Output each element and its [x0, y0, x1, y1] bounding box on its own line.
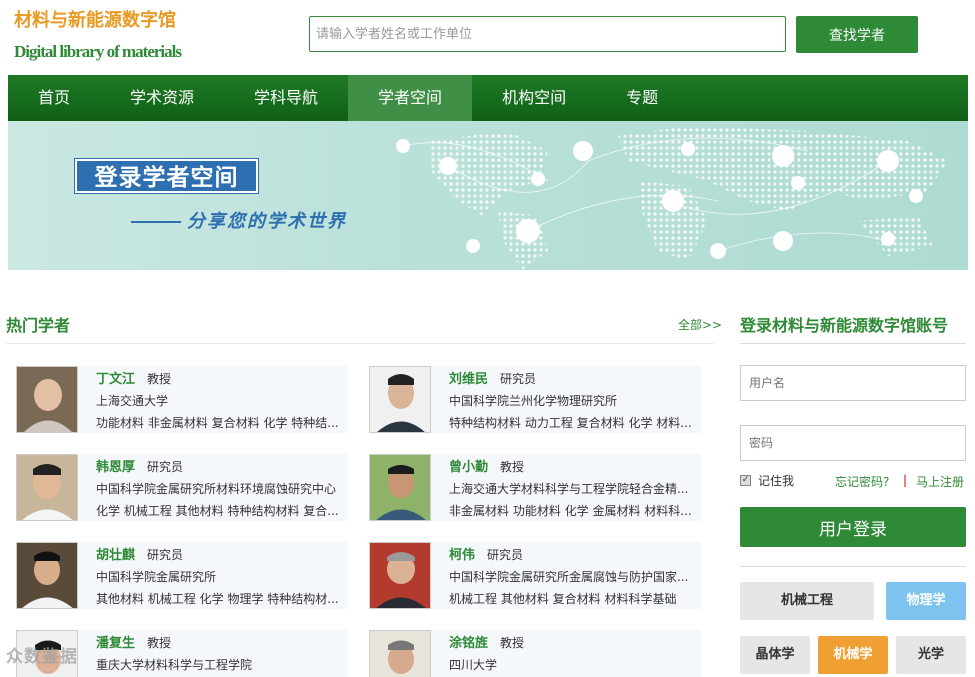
banner-subtitle-text: 分享您的学术世界 [187, 211, 347, 232]
scholar-title: 教授 [500, 460, 525, 474]
portrait-image [370, 543, 430, 608]
scholar-fields: 非金属材料 功能材料 化学 金属材料 材料科... [449, 504, 692, 518]
logo-english: Digital library of materials [14, 42, 182, 61]
tags-divider [740, 566, 966, 567]
banner-dash [131, 221, 181, 223]
scholar-name[interactable]: 胡壮麒 [96, 548, 135, 563]
link-separator: | [903, 473, 908, 487]
nav-item-institution-space[interactable]: 机构空间 [472, 75, 596, 121]
page: 材料与新能源数字馆 Digital library of materials 查… [0, 0, 975, 677]
scholar-card[interactable]: 涂铭旌 教授 四川大学 [369, 630, 701, 677]
nav-item-disciplines[interactable]: 学科导航 [224, 75, 348, 121]
scholar-fields: 其他材料 机械工程 化学 物理学 特种结构材... [96, 592, 339, 606]
nav-item-home[interactable]: 首页 [8, 75, 100, 121]
site-logo[interactable]: 材料与新能源数字馆 Digital library of materials [14, 6, 182, 62]
scholar-title: 研究员 [147, 548, 184, 562]
username-field[interactable] [740, 365, 966, 401]
banner[interactable]: 登录学者空间 分享您的学术世界 [8, 121, 968, 270]
search-scholar-button[interactable]: 查找学者 [796, 16, 918, 53]
remember-me-checkbox[interactable]: ✓ [740, 475, 751, 486]
banner-subtitle: 分享您的学术世界 [131, 207, 347, 233]
scholar-org: 中国科学院金属研究所 [96, 570, 217, 584]
scholar-title: 研究员 [147, 460, 184, 474]
scholar-card[interactable]: 柯伟 研究员 中国科学院金属研究所金属腐蚀与防护国家... 机械工程 其他材料 复… [369, 542, 701, 609]
scholar-title: 研究员 [500, 372, 537, 386]
scholar-card[interactable]: 韩恩厚 研究员 中国科学院金属研究所材料环境腐蚀研究中心 化学 机械工程 其他材料… [16, 454, 348, 521]
scholar-title: 教授 [500, 636, 525, 650]
scholar-avatar[interactable] [369, 630, 431, 677]
scholar-name[interactable]: 刘维民 [449, 372, 488, 387]
portrait-image [17, 543, 77, 608]
nav-item-resources[interactable]: 学术资源 [100, 75, 224, 121]
tag-mechanical-engineering[interactable]: 机械工程 [740, 582, 874, 620]
scholar-name[interactable]: 韩恩厚 [96, 460, 135, 475]
tag-crystallography[interactable]: 晶体学 [740, 636, 810, 674]
scholar-org: 重庆大学材料科学与工程学院 [96, 658, 253, 672]
login-heading: 登录材料与新能源数字馆账号 [740, 316, 949, 335]
scholar-title: 教授 [147, 372, 172, 386]
login-button[interactable]: 用户登录 [740, 507, 966, 547]
scholar-title: 教授 [147, 636, 172, 650]
password-field[interactable] [740, 425, 966, 461]
view-all-link[interactable]: 全部>> [678, 316, 722, 333]
nav-item-topics[interactable]: 专题 [596, 75, 688, 121]
scholar-card[interactable]: 刘维民 研究员 中国科学院兰州化学物理研究所 特种结构材料 动力工程 复合材料 化… [369, 366, 701, 433]
tag-mechanics[interactable]: 机械学 [818, 636, 888, 674]
scholar-fields: 化学 机械工程 其他材料 特种结构材料 复合... [96, 504, 339, 518]
forgot-password-link[interactable]: 忘记密码? [835, 473, 889, 490]
hot-scholars-heading: 热门学者 [6, 316, 71, 335]
scholar-org: 上海交通大学 [96, 394, 169, 408]
scholar-org: 中国科学院金属研究所材料环境腐蚀研究中心 [96, 482, 337, 496]
scholar-title: 研究员 [487, 548, 524, 562]
scholar-fields: 特种结构材料 动力工程 复合材料 化学 材料... [449, 416, 692, 430]
scholar-name[interactable]: 丁文江 [96, 372, 135, 387]
nav-item-scholar-space[interactable]: 学者空间 [348, 75, 473, 121]
login-divider [740, 343, 966, 344]
scholar-card[interactable]: 丁文江 教授 上海交通大学 功能材料 非金属材料 复合材料 化学 特种结... [16, 366, 348, 433]
scholar-fields: 功能材料 非金属材料 复合材料 化学 特种结... [96, 416, 339, 430]
scholar-card[interactable]: 胡壮麒 研究员 中国科学院金属研究所 其他材料 机械工程 化学 物理学 特种结构材… [16, 542, 348, 609]
scholar-avatar[interactable] [369, 542, 431, 609]
tag-physics[interactable]: 物理学 [886, 582, 966, 620]
scholar-avatar[interactable] [369, 366, 431, 433]
scholar-name[interactable]: 潘复生 [96, 636, 135, 651]
scholar-avatar[interactable] [16, 366, 78, 433]
scholar-avatar[interactable] [369, 454, 431, 521]
scholar-org: 四川大学 [449, 658, 498, 672]
scholar-fields: 机械工程 其他材料 复合材料 材料科学基础 [449, 592, 677, 606]
portrait-image [370, 455, 430, 520]
register-link[interactable]: 马上注册 [916, 473, 964, 490]
scholar-search-input[interactable] [309, 16, 786, 52]
scholar-avatar[interactable] [16, 542, 78, 609]
scholar-org: 上海交通大学材料科学与工程学院轻合金精... [449, 482, 689, 496]
section-divider [6, 342, 714, 344]
tag-optics[interactable]: 光学 [896, 636, 966, 674]
scholar-name[interactable]: 曾小勤 [449, 460, 488, 475]
portrait-image [370, 631, 430, 677]
logo-chinese: 材料与新能源数字馆 [14, 10, 176, 31]
scholar-avatar[interactable] [16, 454, 78, 521]
remember-me[interactable]: ✓ 记住我 [740, 472, 794, 489]
portrait-image [17, 367, 77, 432]
scholar-name[interactable]: 柯伟 [449, 548, 475, 563]
remember-me-label: 记住我 [758, 474, 795, 488]
portrait-image [17, 455, 77, 520]
scholar-name[interactable]: 涂铭旌 [449, 636, 488, 651]
world-map-graphic [396, 126, 948, 270]
main-nav: 首页 学术资源 学科导航 学者空间 机构空间 专题 [8, 75, 968, 121]
scholar-card[interactable]: 曾小勤 教授 上海交通大学材料科学与工程学院轻合金精... 非金属材料 功能材料 … [369, 454, 701, 521]
banner-title: 登录学者空间 [75, 159, 258, 193]
watermark: 众数鉴据 [6, 647, 78, 667]
portrait-image [370, 367, 430, 432]
scholar-org: 中国科学院兰州化学物理研究所 [449, 394, 618, 408]
scholar-org: 中国科学院金属研究所金属腐蚀与防护国家... [449, 570, 689, 584]
